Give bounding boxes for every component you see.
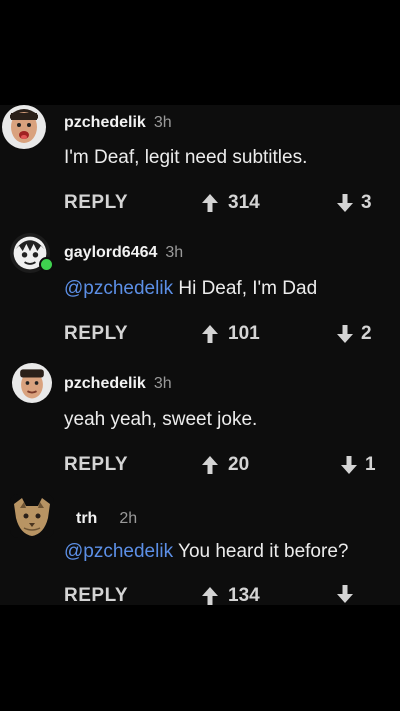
username[interactable]: pzchedelik	[64, 375, 146, 392]
comment-meta: gaylord6464 3h	[64, 244, 183, 262]
arrow-down-icon	[341, 456, 357, 474]
reply-button[interactable]: REPLY	[64, 585, 128, 605]
arrow-down-icon	[337, 325, 353, 343]
downvote-button[interactable]: 3	[337, 192, 372, 214]
comment-time: 3h	[153, 375, 172, 392]
user-avatar[interactable]	[2, 105, 46, 149]
comment-body: You heard it before?	[173, 541, 349, 562]
online-status-dot	[39, 257, 54, 272]
arrow-up-icon	[202, 325, 218, 343]
comment-body: Hi Deaf, I'm Dad	[173, 278, 318, 299]
downvote-count: 3	[361, 192, 372, 213]
comment-thread: pzchedelik 3h I'm Deaf, legit need subtit…	[0, 105, 400, 605]
comment-meta: trh 2h	[76, 510, 137, 528]
arrow-up-icon	[202, 456, 218, 474]
comment-text: @pzchedelik You heard it before?	[64, 541, 348, 563]
comment-time: 3h	[153, 114, 172, 131]
upvote-count: 20	[228, 454, 250, 475]
downvote-count: 1	[365, 454, 376, 475]
comment-actions: REPLY 134	[0, 585, 400, 605]
arrow-up-icon	[202, 587, 218, 605]
upvote-button[interactable]: 101	[202, 323, 260, 345]
reply-button[interactable]: REPLY	[64, 323, 128, 345]
username[interactable]: trh	[76, 510, 97, 527]
user-avatar[interactable]	[10, 494, 54, 538]
downvote-count: 2	[361, 323, 372, 344]
arrow-up-icon	[202, 194, 218, 212]
arrow-down-icon	[337, 585, 353, 603]
upvote-button[interactable]: 20	[202, 454, 249, 476]
comment-meta: pzchedelik 3h	[64, 114, 172, 132]
reply-button[interactable]: REPLY	[64, 454, 128, 476]
comment-text: @pzchedelik Hi Deaf, I'm Dad	[64, 278, 317, 300]
reply-button[interactable]: REPLY	[64, 192, 128, 214]
downvote-button[interactable]: 1	[341, 454, 376, 476]
upvote-button[interactable]: 314	[202, 192, 260, 214]
user-mention[interactable]: @pzchedelik	[64, 541, 173, 562]
comment-text: I'm Deaf, legit need subtitles.	[64, 147, 307, 169]
comment-actions: REPLY 20 1	[0, 454, 400, 478]
comment-actions: REPLY 314 3	[0, 192, 400, 216]
username[interactable]: gaylord6464	[64, 244, 157, 261]
upvote-count: 314	[228, 192, 260, 213]
user-avatar[interactable]	[12, 363, 52, 403]
arrow-down-icon	[337, 194, 353, 212]
comment-time: 2h	[119, 510, 138, 527]
comment-text: yeah yeah, sweet joke.	[64, 409, 257, 431]
user-mention[interactable]: @pzchedelik	[64, 278, 173, 299]
username[interactable]: pzchedelik	[64, 114, 146, 131]
comment-body: yeah yeah, sweet joke.	[64, 409, 258, 430]
comment-actions: REPLY 101 2	[0, 323, 400, 347]
upvote-button[interactable]: 134	[202, 585, 260, 605]
downvote-button[interactable]	[337, 585, 361, 603]
comment-time: 3h	[165, 244, 184, 261]
downvote-button[interactable]: 2	[337, 323, 372, 345]
comment-body: I'm Deaf, legit need subtitles.	[64, 147, 308, 168]
upvote-count: 134	[228, 585, 260, 605]
upvote-count: 101	[228, 323, 260, 344]
comment-meta: pzchedelik 3h	[64, 375, 172, 393]
